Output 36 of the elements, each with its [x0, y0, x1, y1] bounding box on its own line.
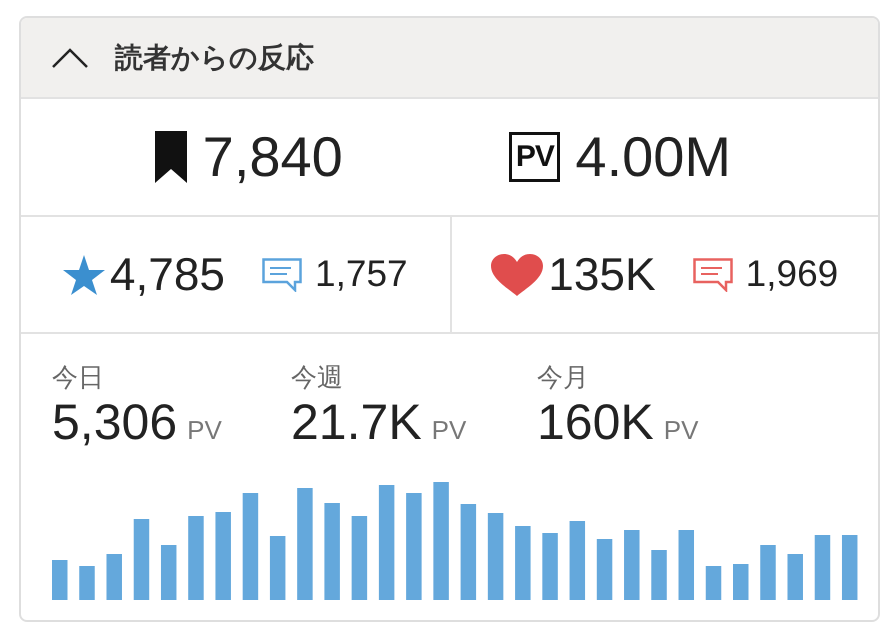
- chart-bar: [760, 545, 776, 600]
- period-value: 21.7K: [291, 394, 422, 450]
- panel-header[interactable]: 読者からの反応: [21, 18, 878, 97]
- chart-bar: [542, 533, 558, 600]
- chart-bar: [678, 530, 694, 600]
- period-value: 5,306: [52, 394, 178, 450]
- pv-badge: PV: [509, 132, 560, 182]
- chart-bar: [79, 566, 95, 600]
- chart-bar: [52, 560, 68, 600]
- comment-count: 1,757: [315, 252, 408, 296]
- bookmark-icon: [154, 131, 187, 183]
- chart-bar: [270, 536, 286, 600]
- period-value: 160K: [537, 394, 654, 450]
- pageview-count: 4.00M: [575, 125, 732, 189]
- period-label: 今月: [537, 362, 589, 392]
- chart-bar: [651, 550, 667, 600]
- period-label: 今週: [291, 362, 343, 392]
- period-label: 今日: [52, 362, 104, 392]
- star-count: 4,785: [110, 246, 226, 302]
- chart-bar: [596, 539, 612, 600]
- chart-bar: [624, 530, 640, 600]
- pv-unit: PV: [664, 415, 698, 446]
- heart-count: 135K: [548, 246, 656, 302]
- chart-bar: [706, 566, 722, 600]
- bookmark-count: 7,840: [202, 125, 343, 189]
- chart-bar: [842, 535, 858, 600]
- comment-count: 1,969: [746, 252, 838, 296]
- chart-bar: [733, 564, 748, 600]
- pv-unit: PV: [187, 415, 222, 446]
- panel-title: 読者からの反応: [115, 40, 314, 74]
- chevron-icon[interactable]: [52, 48, 88, 68]
- chart-bar: [160, 545, 176, 600]
- chart-bar: [106, 554, 122, 600]
- chart-bar: [814, 535, 830, 600]
- chart-bar: [787, 554, 803, 600]
- pv-unit: PV: [432, 415, 466, 446]
